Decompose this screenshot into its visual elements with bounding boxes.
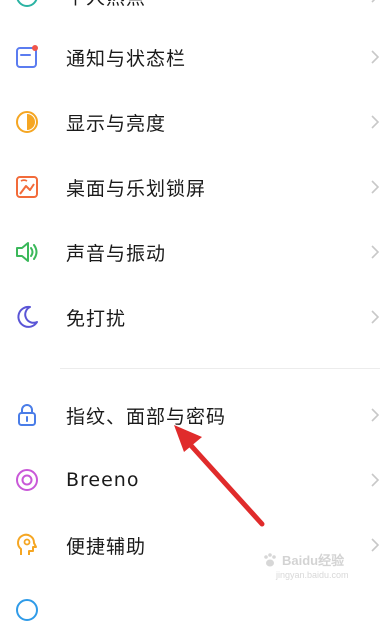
notification-icon (12, 42, 42, 72)
assist-icon (12, 530, 42, 560)
menu-item-breeno[interactable]: Breeno (0, 448, 380, 512)
menu-item-label: 便捷辅助 (66, 535, 147, 558)
wallpaper-icon (12, 172, 42, 202)
menu-item-wallpaper[interactable]: 桌面与乐划锁屏 (0, 155, 380, 219)
breeno-icon (12, 465, 42, 495)
menu-item-label: 指纹、面部与密码 (66, 405, 227, 428)
section-divider (60, 368, 380, 369)
display-brightness-icon (12, 107, 42, 137)
menu-item-sound[interactable]: 声音与振动 (0, 220, 380, 284)
menu-item-label: 免打扰 (66, 307, 127, 330)
menu-item-notifications[interactable]: 通知与状态栏 (0, 25, 380, 89)
menu-item-label: 声音与振动 (66, 242, 167, 265)
moon-icon (12, 302, 42, 332)
chevron-right-icon (371, 310, 380, 324)
menu-item-label: 显示与亮度 (66, 112, 167, 135)
hotspot-icon (12, 0, 42, 11)
menu-item-display[interactable]: 显示与亮度 (0, 90, 380, 154)
watermark-brand: Baidu经验 (282, 553, 345, 568)
menu-item-fingerprint-face-password[interactable]: 指纹、面部与密码 (0, 383, 380, 447)
menu-item-partial[interactable] (0, 578, 380, 642)
chevron-right-icon (371, 50, 380, 64)
menu-item-label: Breeno (66, 469, 140, 491)
sound-icon (12, 237, 42, 267)
watermark-url: jingyan.baidu.com (276, 570, 349, 580)
menu-item-hotspot[interactable]: 个人热点 (0, 0, 380, 28)
menu-item-label: 个人热点 (66, 0, 146, 10)
chevron-right-icon (371, 115, 380, 129)
chevron-right-icon (371, 245, 380, 259)
chevron-right-icon (371, 538, 380, 552)
chevron-right-icon (371, 0, 376, 3)
chevron-right-icon (371, 473, 380, 487)
paw-icon (264, 552, 276, 566)
baidu-watermark: Baidu经验 jingyan.baidu.com (262, 550, 349, 580)
chevron-right-icon (371, 180, 380, 194)
chevron-right-icon (371, 408, 380, 422)
lock-icon (12, 400, 42, 430)
menu-item-do-not-disturb[interactable]: 免打扰 (0, 285, 380, 349)
menu-item-label: 桌面与乐划锁屏 (66, 177, 207, 200)
menu-item-label: 通知与状态栏 (66, 47, 187, 70)
